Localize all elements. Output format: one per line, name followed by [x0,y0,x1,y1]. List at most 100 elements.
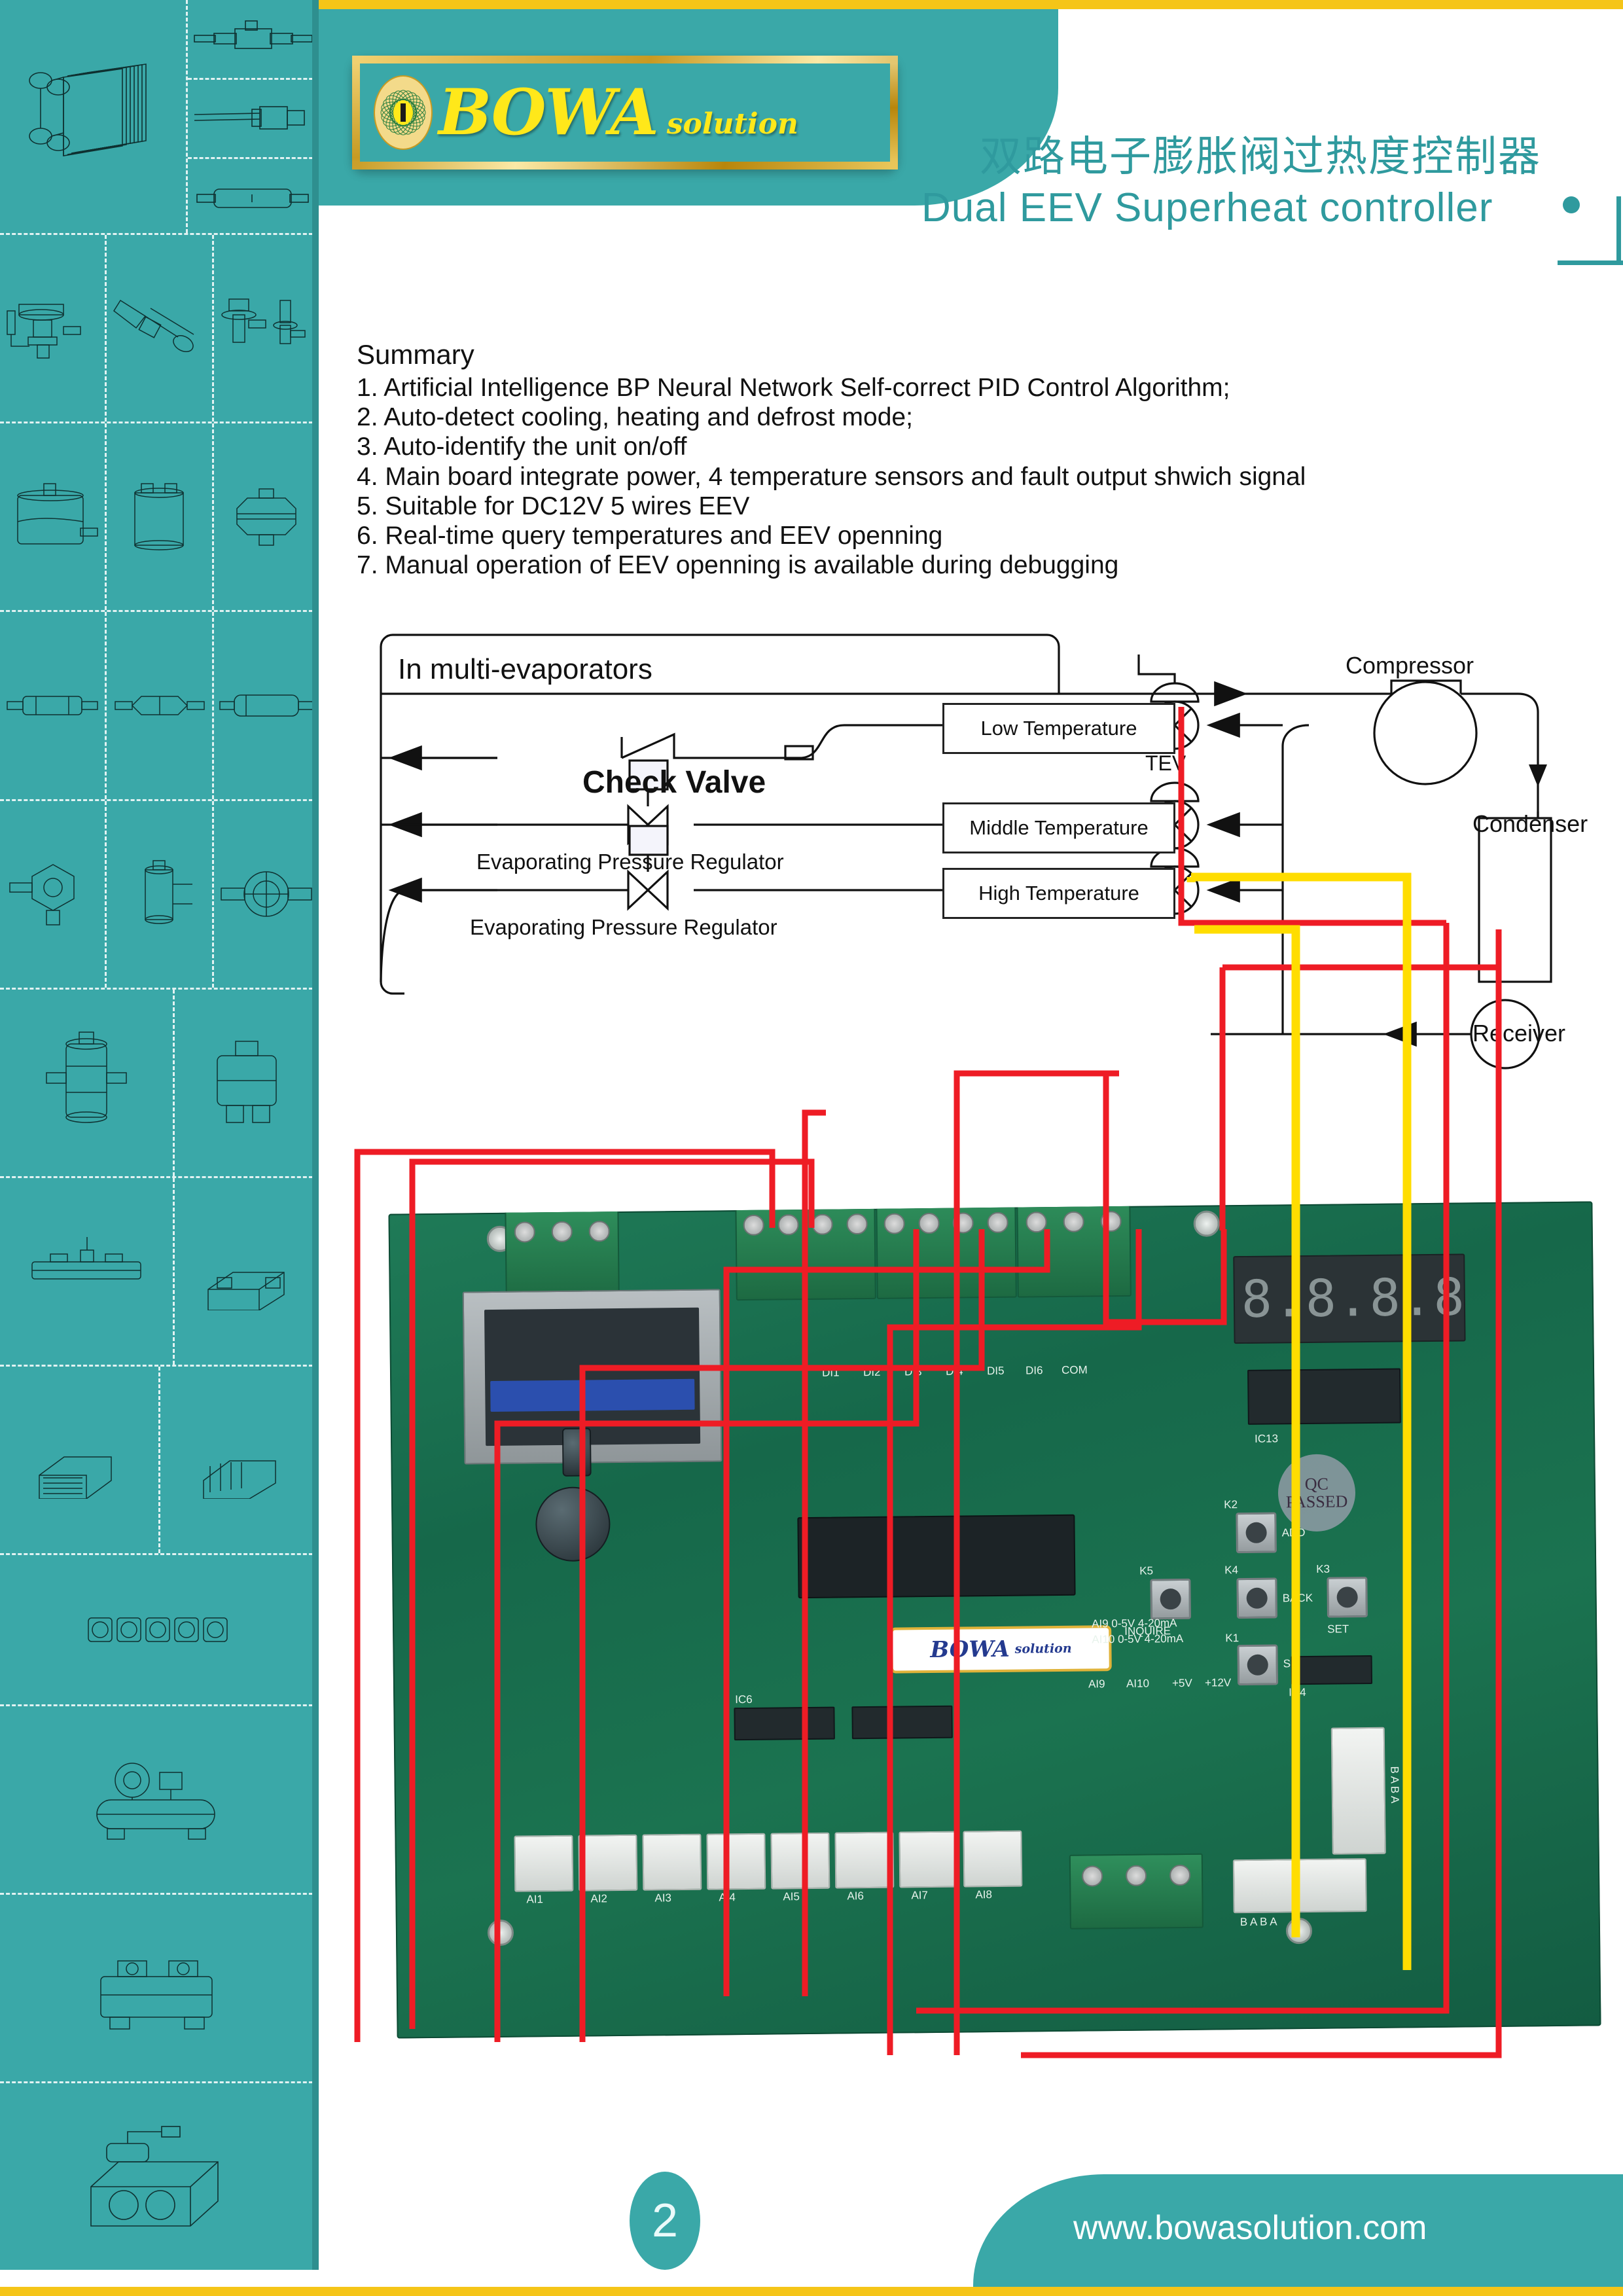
mounting-hole [487,1919,514,1946]
pcb-brand-name: BOWA [930,1636,1010,1664]
smd-ic [1291,1655,1373,1685]
horizontal-receiver-illustration [217,858,315,930]
sidebar-item-liquid-receiver [107,423,214,611]
sidebar-item-chiller-skid [0,2083,319,2270]
epr-label-middle: Evaporating Pressure Regulator [476,850,784,874]
refrigeration-rack-illustration [198,1232,296,1311]
button-ref-k1: K1 [1225,1632,1240,1645]
ai-connector[interactable] [963,1830,1023,1888]
datasheet-page: BOWA solution 双路电子膨胀阀过热度控制器 Dual EEV Sup… [0,0,1623,2296]
pcb-brand-label: BOWA solution [890,1625,1112,1674]
ai9-range-note: AI9 0-5V 4-20mA [1091,1617,1177,1630]
sidebar-item-angle-valve [107,800,214,988]
eev-pins-esv1: B A B A [1240,1915,1277,1929]
sidebar-item-solenoid-coil [188,80,319,160]
evaporator-label: Low Temperature [980,717,1137,740]
sidebar-item-rotalock-valve [0,800,107,988]
ai-connector[interactable] [834,1831,895,1889]
page-title-cn: 双路电子膨胀阀过热度控制器 [980,133,1541,181]
ai-connector[interactable] [578,1834,638,1892]
page-number: 2 [630,2172,700,2270]
bowa-guilloche-logo-icon [364,73,442,152]
di-label-5: DI5 [986,1364,1005,1378]
bottom-accent-strip [319,2287,1623,2296]
ai-label-2: AI2 [590,1892,608,1905]
title-rule-vertical [1616,196,1621,265]
ai-connector[interactable] [514,1835,574,1892]
sidebar-item-sight-glass [188,0,319,80]
eev-pins-esv2: B A B A [1388,1766,1401,1804]
sidebar-item-valve-assembly [0,1177,175,1365]
sidebar-item-oil-separator [0,423,107,611]
summary-heading: Summary [357,339,474,370]
button-label-back: BACK [1282,1591,1313,1605]
eev-connector-esv2[interactable] [1330,1727,1386,1855]
sidebar-item-compressor-unit [0,1895,319,2081]
electronic-expansion-valve-illustration [217,294,315,363]
receiver-label: Receiver [1472,1020,1566,1047]
sidebar-item-filter-drier-c [214,612,319,798]
sidebar-item-horizontal-vessel [175,990,319,1176]
ic-ref-4: IC4 [1289,1686,1306,1699]
pcb-brand-tagline: solution [1014,1641,1072,1657]
plate-heat-exchanger-illustration [24,61,162,172]
ball-valve-illustration [110,686,208,725]
ai10-range-note: AI10 0-5V 4-20mA [1092,1632,1184,1646]
summary-item: 4. Main board integrate power, 4 tempera… [357,462,1306,491]
linear-actuator-illustration [24,1232,149,1310]
qc-passed-stamp: QC PASSED [1277,1454,1356,1532]
ai-label-6: AI6 [847,1890,865,1903]
sidebar-item-coil [160,1367,319,1553]
qc-line-1: QC [1304,1474,1329,1494]
filter-drier-small-illustration [3,686,101,725]
chiller-skid-illustration [78,2124,241,2229]
title-rule-horizontal [1558,260,1623,265]
evaporator-high-temperature: High Temperature [942,868,1175,919]
sidebar-item-fan-array [0,1555,319,1704]
fan-array-illustration [84,1610,235,1649]
terminal-block-di-a[interactable] [735,1201,876,1301]
ai-connector[interactable] [899,1831,959,1888]
epr-label-high: Evaporating Pressure Regulator [470,915,777,939]
button-sub[interactable] [1237,1644,1279,1686]
sidebar-item-eev [214,235,319,422]
sidebar-item-suction-accumulator [214,423,319,610]
sidebar-edge [312,0,319,2270]
schematic-title: In multi-evaporators [398,653,652,685]
di-label-com: COM [1061,1363,1088,1376]
ai-connector[interactable] [770,1832,830,1890]
footer-website[interactable]: www.bowasolution.com [1073,2208,1427,2248]
sidebar-item-filter-drier [188,159,319,237]
ai-connector[interactable] [706,1833,766,1890]
button-inquire[interactable] [1150,1578,1192,1620]
eev-connector-esv1[interactable] [1232,1858,1367,1914]
electrolytic-capacitor [535,1486,611,1562]
summary-list: 1. Artificial Intelligence BP Neural Net… [357,373,1535,581]
evaporator-label: Middle Temperature [969,816,1149,839]
button-ref-k4: K4 [1224,1564,1239,1577]
solenoid-valve-illustration [31,1027,142,1138]
di-label-1: DI1 [821,1366,840,1379]
terminal-block-power[interactable] [505,1206,620,1302]
ic-ref-13: IC13 [1255,1432,1279,1445]
terminal-block-di-b[interactable] [876,1201,1017,1299]
ai-label-7: AI7 [911,1889,929,1902]
brand-logo: BOWA solution [352,56,898,170]
ai-connector[interactable] [642,1833,702,1891]
ai10-label: AI10 [1126,1677,1150,1690]
evaporator-label: High Temperature [978,882,1139,905]
compressor-unit-illustration [81,1939,238,2037]
terminal-block-output[interactable] [1069,1853,1204,1929]
motor-valve-illustration [198,1027,296,1138]
button-back[interactable] [1236,1577,1277,1619]
filter-drier-illustration [188,181,319,215]
plus12v-label: +12V [1204,1676,1232,1689]
di-label-6: DI6 [1025,1364,1043,1377]
button-add[interactable] [1236,1512,1277,1554]
terminal-block-di-c[interactable] [1016,1201,1132,1298]
thermostatic-expansion-valve-illustration [3,294,101,363]
sidebar-item-flare-tool [107,235,214,422]
button-ref-k3: K3 [1316,1562,1330,1575]
button-set[interactable] [1327,1577,1368,1618]
ai-label-8: AI8 [975,1888,993,1901]
